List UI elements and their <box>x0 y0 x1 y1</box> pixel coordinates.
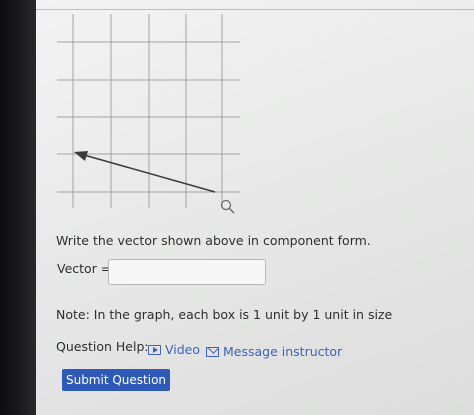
mail-icon <box>206 346 219 357</box>
graph-grid <box>57 14 240 208</box>
question-help-label: Question Help: <box>56 339 149 354</box>
vector-label: Vector = <box>57 261 112 276</box>
graph-note: Note: In the graph, each box is 1 unit b… <box>56 307 393 322</box>
submit-question-button[interactable]: Submit Question <box>62 369 170 391</box>
question-prompt: Write the vector shown above in componen… <box>56 233 371 248</box>
message-instructor-link[interactable]: Message instructor <box>206 344 342 359</box>
magnifier-icon[interactable] <box>220 199 235 214</box>
vector-arrow <box>74 151 216 193</box>
video-link-label: Video <box>165 342 201 357</box>
vector-answer-input[interactable] <box>108 259 266 285</box>
vector-graph <box>57 14 240 214</box>
message-link-label: Message instructor <box>223 344 343 359</box>
video-link[interactable]: Video <box>148 342 200 357</box>
video-icon <box>148 344 161 355</box>
